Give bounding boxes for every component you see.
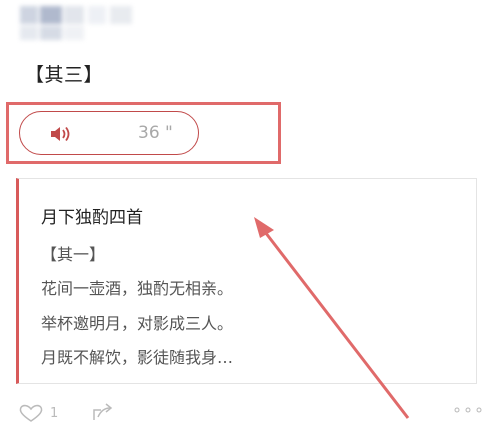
more-icon[interactable]: ∘∘∘ <box>452 400 485 419</box>
arrow-head-icon <box>254 217 274 238</box>
annotation-arrow <box>254 217 410 419</box>
share-icon[interactable] <box>92 403 114 421</box>
like-count: 1 <box>50 406 59 421</box>
post-footer: 1 ∘∘∘ <box>0 400 491 422</box>
heart-icon[interactable] <box>18 404 44 422</box>
